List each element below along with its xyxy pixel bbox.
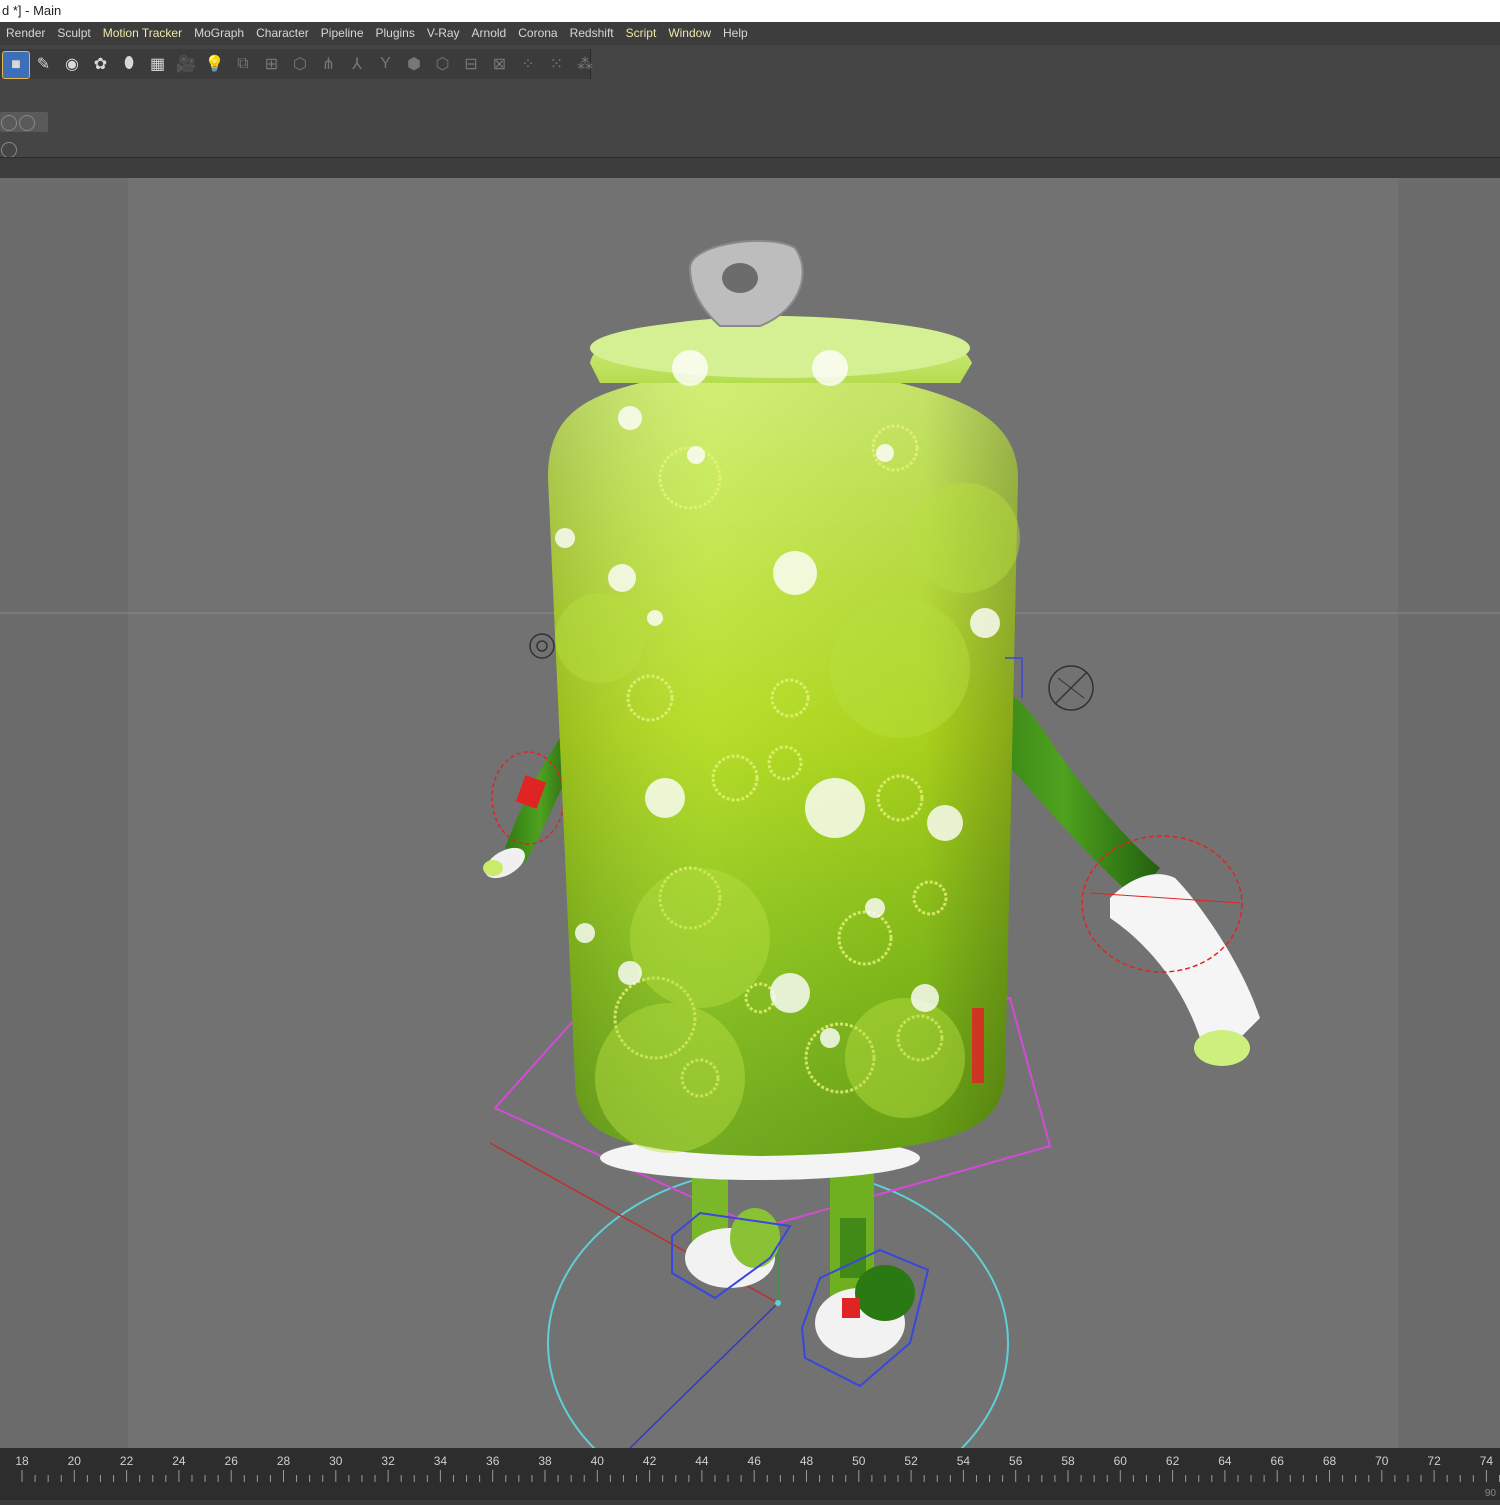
floor-icon[interactable]: ▦ bbox=[145, 51, 171, 77]
grid-c-icon[interactable]: ⁂ bbox=[572, 51, 598, 77]
viewport-scene bbox=[0, 178, 1500, 1448]
menu-motion-tracker[interactable]: Motion Tracker bbox=[97, 22, 188, 45]
menu-mograph[interactable]: MoGraph bbox=[188, 22, 250, 45]
timeline-tick-label: 38 bbox=[538, 1454, 552, 1468]
timeline-tick-label: 60 bbox=[1114, 1454, 1128, 1468]
menu-v-ray[interactable]: V-Ray bbox=[421, 22, 466, 45]
timeline-tick-label: 32 bbox=[381, 1454, 395, 1468]
weight-icon[interactable]: ⬢ bbox=[401, 51, 427, 77]
can-lid bbox=[590, 318, 970, 378]
timeline-tick-label: 22 bbox=[120, 1454, 134, 1468]
timeline-tick-label: 48 bbox=[800, 1454, 814, 1468]
joint-tool-icon[interactable]: ⧉ bbox=[230, 51, 256, 77]
y-joint-icon[interactable]: Y bbox=[373, 51, 399, 77]
mini-toolbar bbox=[0, 112, 48, 158]
window-titlebar: d *] - Main bbox=[0, 0, 1500, 22]
timeline-tick-label: 64 bbox=[1218, 1454, 1232, 1468]
cage-icon[interactable]: ⬡ bbox=[287, 51, 313, 77]
timeline-tick-label: 72 bbox=[1427, 1454, 1441, 1468]
timeline-tick-label: 50 bbox=[852, 1454, 866, 1468]
timeline-end-frame: 90 bbox=[1485, 1488, 1497, 1499]
hierarchy-icon[interactable]: ⊟ bbox=[458, 51, 484, 77]
timeline-tick-label: 74 bbox=[1480, 1454, 1494, 1468]
menu-plugins[interactable]: Plugins bbox=[370, 22, 421, 45]
hierarchy-down-icon[interactable]: ⊠ bbox=[487, 51, 513, 77]
timeline-tick-label: 40 bbox=[591, 1454, 605, 1468]
bone-icon[interactable]: ⊞ bbox=[259, 51, 285, 77]
right-shoe-toe bbox=[855, 1265, 915, 1321]
right-hand-tip bbox=[1194, 1030, 1250, 1066]
timeline-tick-label: 56 bbox=[1009, 1454, 1023, 1468]
timeline-tick-label: 26 bbox=[225, 1454, 239, 1468]
toolbar-icon-row: ■ ✎ ◉ ✿ ⬮ ▦ 🎥 💡 ⧉ ⊞ ⬡ ⋔ ⅄ Y ⬢ ⬡ ⊟ ⊠ ⁘ ⁙ ⁂ bbox=[0, 49, 593, 79]
timeline-tick-label: 18 bbox=[15, 1454, 29, 1468]
menu-window[interactable]: Window bbox=[662, 22, 717, 45]
menu-corona[interactable]: Corona bbox=[512, 22, 563, 45]
main-menubar: Render Sculpt Motion Tracker MoGraph Charact… bbox=[0, 22, 1500, 45]
ik-chain-icon[interactable]: ⋔ bbox=[316, 51, 342, 77]
mini-tool-b-icon[interactable] bbox=[19, 115, 35, 131]
timeline-tick-label: 20 bbox=[68, 1454, 82, 1468]
timeline-tick-label: 58 bbox=[1061, 1454, 1075, 1468]
timeline-tick-label: 36 bbox=[486, 1454, 500, 1468]
camera-icon[interactable]: 🎥 bbox=[173, 51, 199, 77]
timeline-tick-label: 30 bbox=[329, 1454, 343, 1468]
subdivision-icon[interactable]: ◉ bbox=[59, 51, 85, 77]
deformer-icon[interactable]: ⬮ bbox=[116, 51, 142, 77]
right-shoe-logo bbox=[842, 1298, 860, 1318]
mesh-icon[interactable]: ⬡ bbox=[430, 51, 456, 77]
timeline-tick-label: 68 bbox=[1323, 1454, 1337, 1468]
pull-tab-hole bbox=[722, 263, 758, 293]
timeline-tick-label: 66 bbox=[1271, 1454, 1285, 1468]
timeline-tick-label: 62 bbox=[1166, 1454, 1180, 1468]
timeline-tick-label: 44 bbox=[695, 1454, 709, 1468]
timeline-tick-label: 34 bbox=[434, 1454, 448, 1468]
timeline-tick-label: 28 bbox=[277, 1454, 291, 1468]
timeline-ruler[interactable]: 18 20 22 24 26 28 30 32 34 36 38 40 42 44 46 48 50 52 54 56… bbox=[0, 1448, 1500, 1500]
can-back-label bbox=[972, 1008, 984, 1083]
grid-a-icon[interactable]: ⁘ bbox=[515, 51, 541, 77]
menu-pipeline[interactable]: Pipeline bbox=[315, 22, 370, 45]
command-palette: ■ ✎ ◉ ✿ ⬮ ▦ 🎥 💡 ⧉ ⊞ ⬡ ⋔ ⅄ Y ⬢ ⬡ ⊟ ⊠ ⁘ ⁙ ⁂ bbox=[0, 45, 1500, 158]
left-hand-tip bbox=[483, 860, 503, 876]
timeline-tick-label: 42 bbox=[643, 1454, 657, 1468]
timeline-tick-label: 24 bbox=[172, 1454, 186, 1468]
timeline-tick-label: 46 bbox=[748, 1454, 762, 1468]
pivot-point bbox=[775, 1300, 781, 1306]
cube-icon[interactable]: ■ bbox=[2, 51, 30, 79]
pen-spline-icon[interactable]: ✎ bbox=[31, 51, 57, 77]
menu-redshift[interactable]: Redshift bbox=[564, 22, 620, 45]
menu-help[interactable]: Help bbox=[717, 22, 754, 45]
timeline-ticks: 18 20 22 24 26 28 30 32 34 36 38 40 42 44 46 48 50 52 54 56… bbox=[15, 1454, 1500, 1499]
mini-tool-c-icon[interactable] bbox=[1, 142, 17, 158]
menu-character[interactable]: Character bbox=[250, 22, 315, 45]
grid-b-icon[interactable]: ⁙ bbox=[544, 51, 570, 77]
menu-sculpt[interactable]: Sculpt bbox=[51, 22, 96, 45]
right-leg-pattern bbox=[840, 1218, 866, 1278]
light-icon[interactable]: 💡 bbox=[202, 51, 228, 77]
menu-arnold[interactable]: Arnold bbox=[466, 22, 513, 45]
menu-script[interactable]: Script bbox=[620, 22, 663, 45]
skeleton-icon[interactable]: ⅄ bbox=[344, 51, 370, 77]
menu-render[interactable]: Render bbox=[0, 22, 51, 45]
timeline-tick-label: 70 bbox=[1375, 1454, 1389, 1468]
left-shoe-toe bbox=[730, 1208, 780, 1268]
timeline-tick-label: 54 bbox=[957, 1454, 971, 1468]
timeline-tick-label: 52 bbox=[904, 1454, 918, 1468]
window-title: d *] - Main bbox=[2, 3, 62, 18]
3d-viewport[interactable] bbox=[0, 178, 1500, 1448]
viewport-header bbox=[0, 157, 1500, 179]
array-icon[interactable]: ✿ bbox=[88, 51, 114, 77]
mini-tool-a-icon[interactable] bbox=[1, 115, 17, 131]
